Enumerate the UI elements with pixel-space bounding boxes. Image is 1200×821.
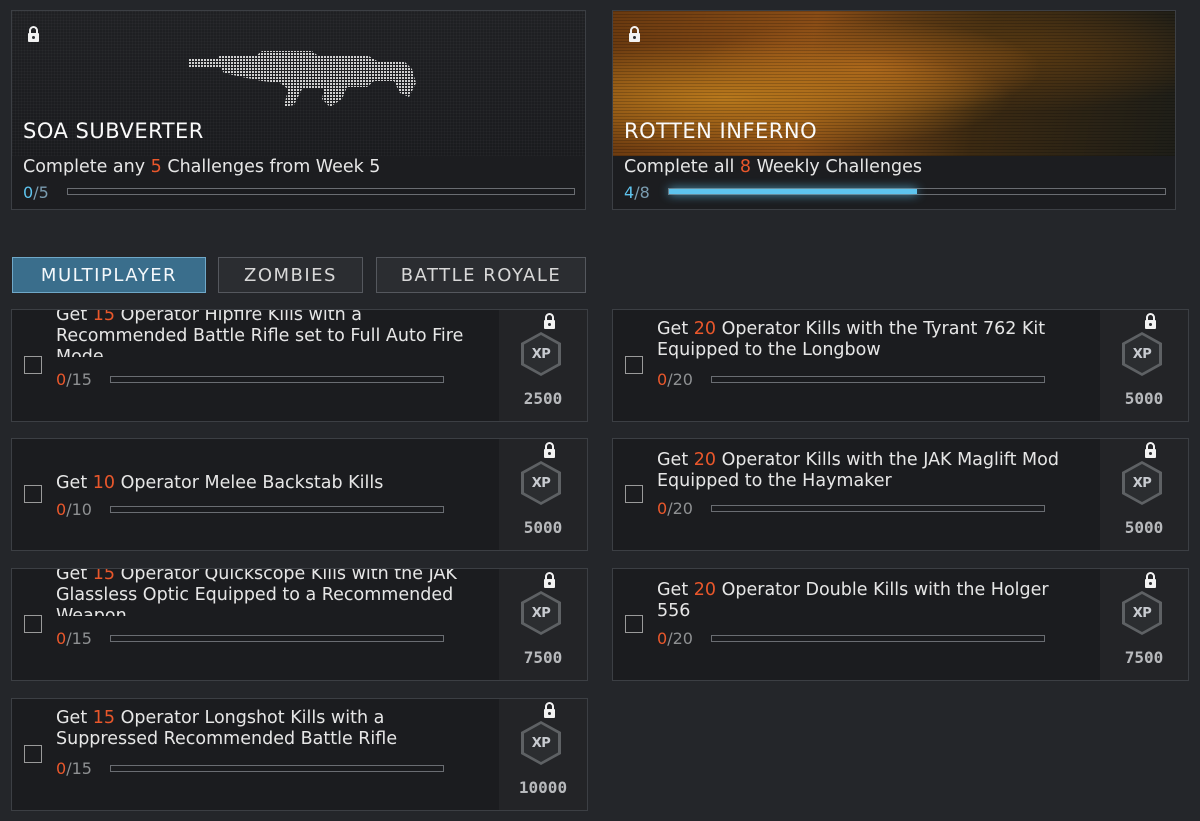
xp-badge-icon: XP <box>521 332 561 376</box>
challenge-progress-bar <box>711 635 1045 642</box>
xp-badge-icon: XP <box>521 461 561 505</box>
xp-reward-value: 2500 <box>523 389 563 408</box>
challenge-progress-bar <box>110 376 444 383</box>
lock-icon <box>629 26 640 42</box>
challenge-card[interactable]: Get 20 Operator Kills with the Tyrant 76… <box>612 309 1189 422</box>
lock-icon <box>28 26 39 42</box>
challenge-progress-bar <box>110 765 444 772</box>
challenge-card[interactable]: Get 10 Operator Melee Backstab Kills 0/1… <box>11 438 588 551</box>
reward-progress-text: 4/8 <box>624 183 650 202</box>
challenge-card[interactable]: Get 15 Operator Hipfire Kills with a Rec… <box>11 309 588 422</box>
challenge-reward: XP 7500 <box>1100 569 1188 680</box>
challenge-progress-bar <box>110 506 444 513</box>
challenge-card[interactable]: Get 20 Operator Kills with the JAK Magli… <box>612 438 1189 551</box>
lock-icon <box>1145 313 1156 329</box>
lock-icon <box>1145 442 1156 458</box>
xp-reward-value: 5000 <box>523 518 563 537</box>
challenge-checkbox[interactable] <box>625 615 643 633</box>
challenge-checkbox[interactable] <box>24 745 42 763</box>
xp-reward-value: 7500 <box>523 648 563 667</box>
challenge-progress-text: 0/15 <box>56 629 92 648</box>
challenge-description: Get 15 Operator Quickscope Kills with th… <box>56 568 457 616</box>
xp-badge-label: XP <box>524 335 558 373</box>
challenge-description: Get 20 Operator Double Kills with the Ho… <box>657 580 1049 621</box>
challenge-reward: XP 7500 <box>499 569 587 680</box>
challenge-progress-bar <box>711 505 1045 512</box>
challenge-description: Get 15 Operator Longshot Kills with a Su… <box>56 708 398 749</box>
challenge-main: Get 20 Operator Kills with the JAK Magli… <box>613 439 1101 550</box>
challenge-progress-text: 0/20 <box>657 499 693 518</box>
xp-badge-icon: XP <box>1122 332 1162 376</box>
challenge-main: Get 20 Operator Double Kills with the Ho… <box>613 569 1101 680</box>
xp-badge-label: XP <box>1125 464 1159 502</box>
tab-zombies[interactable]: ZOMBIES <box>218 257 363 293</box>
xp-reward-value: 7500 <box>1124 648 1164 667</box>
xp-badge-icon: XP <box>521 591 561 635</box>
xp-reward-value: 5000 <box>1124 518 1164 537</box>
tab-multiplayer[interactable]: MULTIPLAYER <box>12 257 206 293</box>
challenge-progress-text: 0/20 <box>657 370 693 389</box>
xp-badge-icon: XP <box>1122 591 1162 635</box>
reward-title: ROTTEN INFERNO <box>624 119 818 143</box>
reward-progress-bar <box>668 188 1166 195</box>
challenge-progress-bar <box>711 376 1045 383</box>
challenge-reward: XP 5000 <box>499 439 587 550</box>
challenge-checkbox[interactable] <box>24 615 42 633</box>
reward-card-rotten-inferno[interactable]: ROTTEN INFERNO Complete all 8 Weekly Cha… <box>612 10 1176 210</box>
challenge-description: Get 15 Operator Hipfire Kills with a Rec… <box>56 309 464 357</box>
xp-badge-label: XP <box>524 724 558 762</box>
xp-badge-label: XP <box>524 594 558 632</box>
xp-badge-label: XP <box>1125 335 1159 373</box>
lock-icon <box>544 313 555 329</box>
challenge-description: Get 20 Operator Kills with the Tyrant 76… <box>657 319 1046 360</box>
reward-description: Complete any 5 Challenges from Week 5 <box>23 157 381 177</box>
challenge-main: Get 10 Operator Melee Backstab Kills 0/1… <box>12 439 500 550</box>
challenge-checkbox[interactable] <box>24 485 42 503</box>
challenge-checkbox[interactable] <box>625 485 643 503</box>
reward-description: Complete all 8 Weekly Challenges <box>624 157 922 177</box>
challenge-description: Get 10 Operator Melee Backstab Kills <box>56 473 384 493</box>
challenge-reward: XP 5000 <box>1100 310 1188 421</box>
challenge-card[interactable]: Get 15 Operator Quickscope Kills with th… <box>11 568 588 681</box>
reward-progress-fill <box>669 189 917 194</box>
xp-badge-icon: XP <box>521 721 561 765</box>
challenge-progress-text: 0/15 <box>56 759 92 778</box>
xp-badge-label: XP <box>524 464 558 502</box>
lock-icon <box>1145 572 1156 588</box>
challenge-main: Get 15 Operator Hipfire Kills with a Rec… <box>12 310 500 421</box>
reward-title: SOA SUBVERTER <box>23 119 204 143</box>
challenge-progress-text: 0/20 <box>657 629 693 648</box>
xp-reward-value: 10000 <box>518 778 568 797</box>
challenge-reward: XP 10000 <box>499 699 587 810</box>
challenge-description: Get 20 Operator Kills with the JAK Magli… <box>657 450 1059 491</box>
reward-progress-bar <box>67 188 575 195</box>
challenge-main: Get 15 Operator Longshot Kills with a Su… <box>12 699 500 810</box>
xp-badge-label: XP <box>1125 594 1159 632</box>
challenge-progress-text: 0/15 <box>56 370 92 389</box>
challenge-main: Get 15 Operator Quickscope Kills with th… <box>12 569 500 680</box>
xp-badge-icon: XP <box>1122 461 1162 505</box>
lock-icon <box>544 442 555 458</box>
lock-icon <box>544 702 555 718</box>
challenge-checkbox[interactable] <box>625 356 643 374</box>
challenge-main: Get 20 Operator Kills with the Tyrant 76… <box>613 310 1101 421</box>
tab-battle-royale[interactable]: BATTLE ROYALE <box>376 257 586 293</box>
reward-progress-text: 0/5 <box>23 183 49 202</box>
challenge-checkbox[interactable] <box>24 356 42 374</box>
lock-icon <box>544 572 555 588</box>
challenge-progress-text: 0/10 <box>56 500 92 519</box>
challenge-progress-bar <box>110 635 444 642</box>
challenge-card[interactable]: Get 15 Operator Longshot Kills with a Su… <box>11 698 588 811</box>
challenge-card[interactable]: Get 20 Operator Double Kills with the Ho… <box>612 568 1189 681</box>
challenge-reward: XP 2500 <box>499 310 587 421</box>
xp-reward-value: 5000 <box>1124 389 1164 408</box>
challenge-reward: XP 5000 <box>1100 439 1188 550</box>
reward-card-soa-subverter[interactable]: SOA SUBVERTER Complete any 5 Challenges … <box>11 10 586 210</box>
